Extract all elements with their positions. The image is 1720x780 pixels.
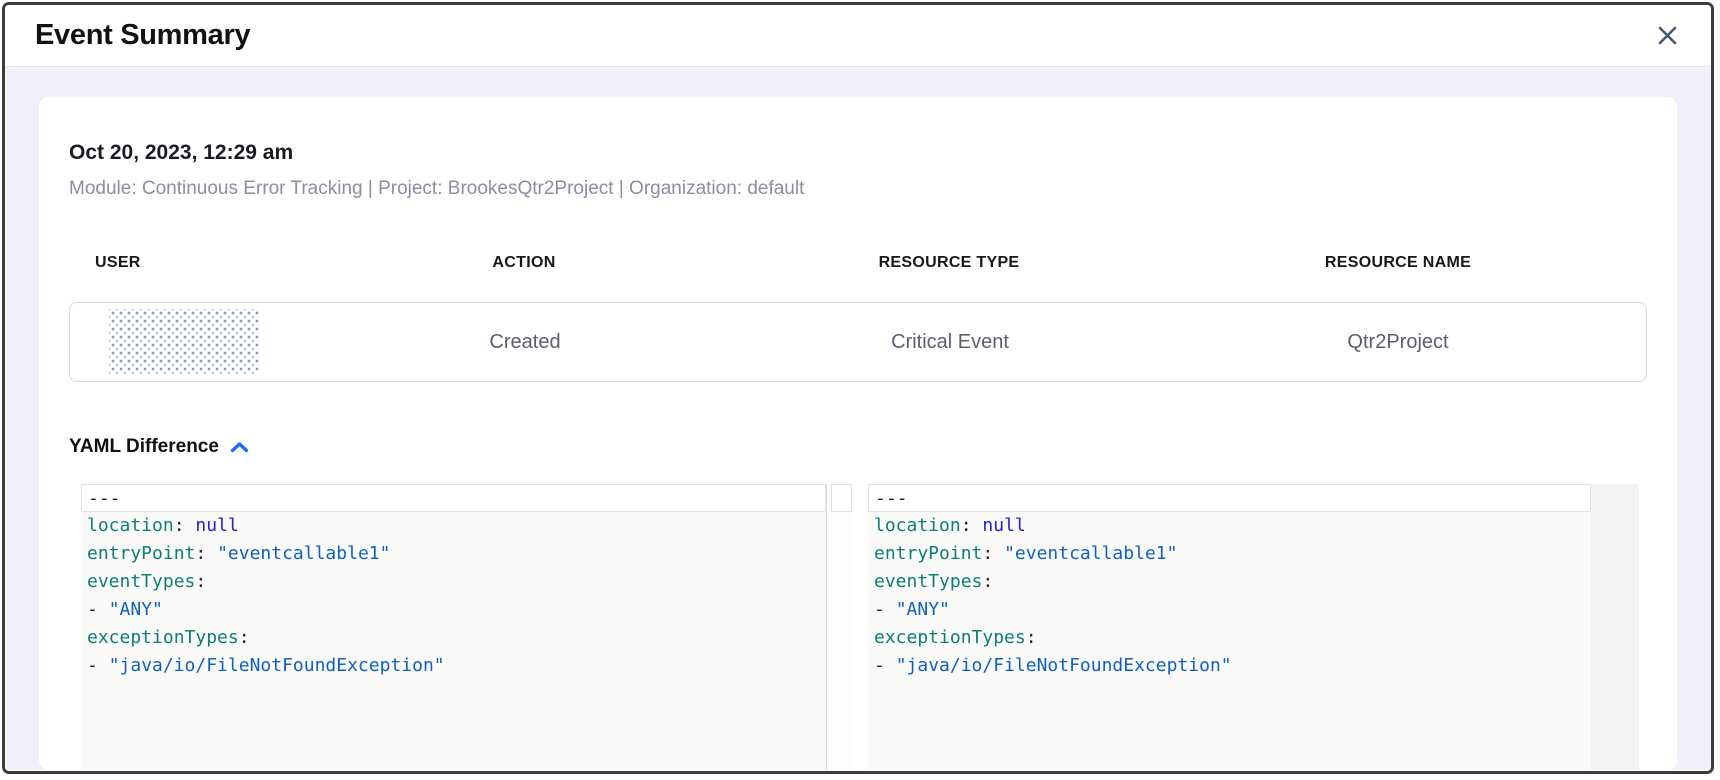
chevron-up-icon (230, 441, 249, 454)
cell-resource-type: Critical Event (750, 331, 1150, 354)
close-icon (1656, 24, 1679, 47)
event-summary-modal: Event Summary Oct 20, 2023, 12:29 am Mod… (2, 2, 1714, 774)
scrollbar-highlight (831, 484, 852, 512)
scrollbar-left[interactable] (826, 484, 852, 770)
yaml-difference-toggle[interactable]: YAML Difference (69, 436, 249, 458)
scrollbar-right[interactable] (1591, 484, 1639, 770)
yaml-line: exceptionTypes: (868, 624, 1591, 652)
table-header-row: USER ACTION RESOURCE TYPE RESOURCE NAME (69, 254, 1647, 272)
modal-body: Oct 20, 2023, 12:29 am Module: Continuou… (5, 67, 1711, 770)
modal-header: Event Summary (5, 5, 1711, 67)
yaml-difference-label: YAML Difference (69, 436, 219, 458)
column-header-resource-type: RESOURCE TYPE (749, 254, 1149, 272)
table-row: Created Critical Event Qtr2Project (69, 302, 1647, 382)
redacted-user-pattern (109, 309, 259, 375)
close-button[interactable] (1652, 20, 1683, 51)
yaml-line: --- (868, 484, 1591, 512)
event-summary-card: Oct 20, 2023, 12:29 am Module: Continuou… (39, 97, 1677, 770)
column-header-resource-name: RESOURCE NAME (1149, 254, 1647, 272)
yaml-line: - "ANY" (81, 596, 826, 624)
cell-resource-name: Qtr2Project (1150, 331, 1646, 354)
yaml-line: eventTypes: (868, 568, 1591, 596)
yaml-line: entryPoint: "eventcallable1" (868, 540, 1591, 568)
column-header-action: ACTION (299, 254, 749, 272)
yaml-line: - "java/io/FileNotFoundException" (81, 652, 826, 680)
yaml-panel-right[interactable]: ---location: nullentryPoint: "eventcalla… (868, 484, 1639, 770)
yaml-code-left: ---location: nullentryPoint: "eventcalla… (81, 484, 826, 770)
cell-action: Created (300, 331, 750, 354)
yaml-diff-view: ---location: nullentryPoint: "eventcalla… (81, 484, 1639, 770)
yaml-line: entryPoint: "eventcallable1" (81, 540, 826, 568)
yaml-panel-left[interactable]: ---location: nullentryPoint: "eventcalla… (81, 484, 852, 770)
yaml-line: eventTypes: (81, 568, 826, 596)
yaml-line: exceptionTypes: (81, 624, 826, 652)
modal-title: Event Summary (35, 19, 250, 52)
column-header-user: USER (69, 254, 299, 272)
event-context: Module: Continuous Error Tracking | Proj… (69, 178, 1647, 200)
yaml-line: - "ANY" (868, 596, 1591, 624)
yaml-code-right: ---location: nullentryPoint: "eventcalla… (868, 484, 1591, 770)
yaml-line: location: null (81, 512, 826, 540)
cell-user (70, 309, 300, 375)
event-timestamp: Oct 20, 2023, 12:29 am (69, 141, 1647, 165)
yaml-line: --- (81, 484, 826, 512)
yaml-line: location: null (868, 512, 1591, 540)
yaml-line: - "java/io/FileNotFoundException" (868, 652, 1591, 680)
audit-table: USER ACTION RESOURCE TYPE RESOURCE NAME … (69, 254, 1647, 382)
